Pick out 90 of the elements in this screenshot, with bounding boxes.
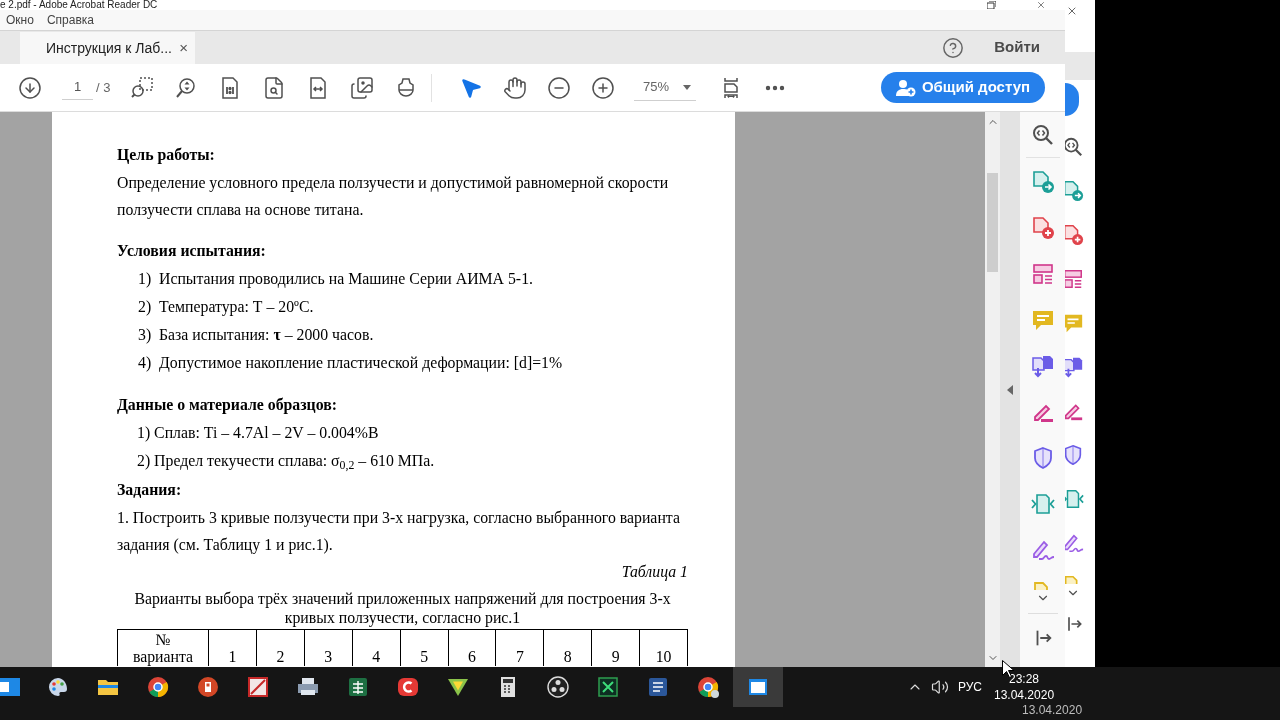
table-cell: 10: [639, 630, 688, 666]
list-item-text: Допустимое накопление пластической деформации: [d]=1%: [159, 353, 563, 374]
marquee-zoom-icon[interactable]: [130, 75, 154, 100]
tab-title: Инструкция к Лаб...: [46, 38, 172, 58]
taskbar-button[interactable]: [733, 667, 783, 707]
section-heading: Цель работы:: [117, 145, 216, 166]
table-cell: 9: [591, 630, 640, 666]
speaker-icon[interactable]: [931, 678, 949, 696]
list-item-text: Испытания проводились на Машине Серии АИМА 5-1.: [159, 269, 533, 290]
table-cell: 5: [399, 630, 448, 666]
shield-icon[interactable]: [1065, 444, 1084, 466]
paragraph: Определение условного предела ползучести и допустимой равномерной скорости ползучести сплава на основе титана.: [117, 173, 670, 221]
sign-in-button[interactable]: Войти: [994, 36, 1040, 59]
page-count: / 3: [96, 78, 112, 97]
hand-icon[interactable]: [503, 75, 527, 100]
file-compress-icon[interactable]: [1065, 488, 1084, 510]
c-shape-icon: [396, 675, 420, 699]
layout-icon[interactable]: [1030, 262, 1055, 286]
document-icon: [646, 675, 670, 699]
zoom-search-icon[interactable]: [174, 75, 198, 100]
list-number: 3): [138, 325, 153, 346]
restore-icon[interactable]: [987, 1, 996, 9]
window-title: e 2.pdf - Adobe Acrobat Reader DC: [0, 0, 158, 10]
document-tab[interactable]: Инструкция к Лаб... ×: [20, 32, 195, 64]
files-icon[interactable]: [1065, 356, 1084, 378]
find-icon[interactable]: [262, 75, 286, 100]
clock-time[interactable]: 23:28: [1009, 671, 1040, 687]
signature-icon[interactable]: [1030, 538, 1055, 562]
download-icon[interactable]: [18, 75, 42, 100]
browser-icon: [696, 675, 720, 699]
list-item-text: База испытания: τ – 2000 часов.: [159, 325, 374, 345]
menu-item[interactable]: Справка: [46, 11, 94, 29]
zoom-out-icon[interactable]: [547, 75, 571, 100]
close-icon[interactable]: [1036, 0, 1046, 10]
circle-logo-icon: [546, 675, 570, 699]
spreadsheet-icon: [346, 675, 370, 699]
layout-icon[interactable]: [1065, 268, 1084, 290]
table-cell: 8: [543, 630, 592, 666]
panel-exit-icon[interactable]: [1065, 614, 1084, 634]
table-cell: 4: [351, 630, 400, 666]
file-plus-icon[interactable]: [1065, 224, 1084, 246]
table-cell-text: № варианта: [131, 630, 195, 666]
page-field[interactable]: 1: [62, 75, 93, 100]
zoom-icon[interactable]: [1030, 123, 1055, 147]
section-heading: Данные о материале образцов:: [117, 395, 338, 416]
window-icon: [0, 675, 20, 699]
language-indicator[interactable]: РУС: [958, 678, 983, 696]
caret-icon: [683, 84, 691, 90]
collapse-panel-icon[interactable]: [1007, 384, 1013, 395]
zoom-in-icon[interactable]: [591, 75, 615, 100]
pill-shape: [1065, 83, 1079, 116]
section-heading: Условия испытания:: [117, 241, 267, 261]
table-cell: 2: [255, 630, 304, 666]
images-icon[interactable]: [350, 75, 374, 100]
table-cell: 7: [495, 630, 544, 666]
list-number: 4): [138, 353, 153, 374]
list-item-text: 2) Предел текучести сплава: σ$_{0,2}$ – 610 МПа.: [137, 452, 435, 469]
table-cell: 6: [447, 630, 496, 666]
palette-icon: [46, 675, 70, 699]
list-number: 2): [138, 297, 153, 318]
cross-box-icon: [596, 675, 620, 699]
share-button[interactable]: Общий доступ: [881, 72, 1045, 103]
tab-close-button[interactable]: ×: [177, 40, 190, 56]
table-title: Варианты выбора трёх значений приложенных напряжений для построения 3-х кривых ползучести, согласно рис.1: [133, 589, 672, 627]
file-arrow-icon[interactable]: [1065, 180, 1084, 202]
list-number: 1): [138, 269, 153, 290]
menu-item[interactable]: Окно: [6, 11, 34, 29]
signature-icon[interactable]: [1065, 532, 1084, 554]
close-icon[interactable]: [1066, 5, 1078, 17]
list-item-text: Температура: Т – 20ºС.: [159, 297, 314, 318]
presentation-icon: [196, 675, 220, 699]
zoom-field[interactable]: 75%: [634, 74, 696, 101]
list-item-text: 1) Сплав: Ti – 4.7Al – 2V – 0.004%B: [137, 424, 379, 441]
add-person-icon: [895, 78, 916, 97]
section-heading: Задания:: [117, 480, 183, 500]
slash-box-icon: [246, 675, 270, 699]
file-compress-icon[interactable]: [1030, 492, 1055, 516]
browser-icon: [146, 675, 170, 699]
files-icon[interactable]: [1030, 354, 1055, 378]
file-arrow-icon[interactable]: [1030, 170, 1055, 194]
scrollbar-thumb[interactable]: [987, 173, 998, 272]
clock-date[interactable]: 13.04.2020: [994, 687, 1055, 703]
table-caption: Таблица 1: [621, 562, 688, 583]
table-cell: 3: [303, 630, 352, 666]
file-plus-icon[interactable]: [1030, 216, 1055, 240]
clock-date: 13.04.2020: [1022, 702, 1083, 718]
paragraph: 1. Построить 3 кривые ползучести при 3-х нагрузка, согласно выбранного варианта задания (см. Таблицу 1 и рис.1).: [117, 508, 681, 556]
help-icon[interactable]: [942, 36, 965, 59]
zoom-icon[interactable]: [1065, 136, 1084, 158]
table-cell: 1: [208, 630, 256, 666]
